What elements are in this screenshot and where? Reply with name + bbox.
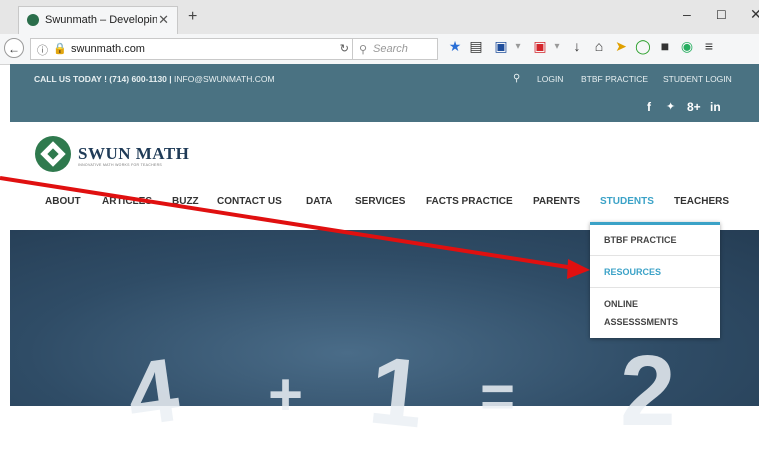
chalk-plus: + [268, 361, 304, 428]
info-icon[interactable]: ⓘ [37, 42, 48, 58]
browser-tab[interactable]: Swunmath – Developing ma ✕ [18, 6, 178, 34]
dropdown-chevron-icon[interactable]: ▾ [509, 41, 527, 52]
tab-close-icon[interactable]: ✕ [158, 12, 169, 28]
menu-teachers[interactable]: TEACHERS [674, 196, 729, 207]
new-tab-button[interactable]: + [188, 8, 197, 26]
bookmark-star-icon[interactable]: ★ [446, 38, 464, 55]
menu-services[interactable]: SERVICES [355, 196, 405, 207]
tab-title: Swunmath – Developing ma [45, 14, 157, 26]
url-text: swunmath.com [71, 43, 145, 55]
menu-contact-us[interactable]: CONTACT US [217, 196, 282, 207]
logo-tagline: INNOVATIVE MATH WORKS FOR TEACHERS [78, 163, 163, 167]
dropdown-item-btbf-practice[interactable]: BTBF PRACTICE [590, 235, 720, 245]
email-link[interactable]: INFO@SWUNMATH.COM [174, 74, 275, 84]
dropdown-item-resources[interactable]: RESOURCES [590, 267, 720, 277]
addon-red-icon[interactable]: ▣ [531, 38, 549, 55]
close-window-button[interactable]: ✕ [750, 6, 759, 23]
dropdown-chevron-icon-2[interactable]: ▾ [548, 41, 566, 52]
call-us-text: CALL US TODAY ! (714) 600-1130 | [34, 74, 172, 84]
address-bar[interactable]: ⓘ 🔒 swunmath.com ↻ [30, 38, 356, 60]
pointer-addon-icon[interactable]: ➤ [612, 38, 630, 55]
green-ring-addon-icon[interactable]: ◯ [634, 38, 652, 55]
site-header: SWUN MATH INNOVATIVE MATH WORKS FOR TEAC… [10, 122, 759, 230]
chalk-digit-1: 1 [364, 336, 429, 449]
browser-tab-strip: Swunmath – Developing ma ✕ + – ☐ ✕ [0, 0, 759, 34]
logo-text[interactable]: SWUN MATH [78, 144, 189, 164]
login-link[interactable]: LOGIN [537, 74, 563, 84]
dropdown-divider-2 [590, 287, 720, 288]
insecure-lock-icon: 🔒 [53, 43, 67, 55]
search-box[interactable]: ⚲ Search [352, 38, 438, 60]
back-arrow-icon[interactable]: ← [4, 38, 24, 58]
chalk-digit-2: 2 [620, 335, 676, 447]
student-login-link[interactable]: STUDENT LOGIN [663, 74, 732, 84]
search-placeholder: Search [373, 43, 408, 55]
chalk-equals: = [480, 363, 516, 430]
save-icon[interactable]: ▣ [492, 38, 510, 55]
grammar-addon-icon[interactable]: ◉ [678, 38, 696, 55]
linkedin-icon[interactable]: in [710, 100, 721, 114]
download-icon[interactable]: ↓ [568, 38, 586, 54]
dropdown-divider [590, 255, 720, 256]
swun-logo-icon[interactable] [35, 136, 71, 172]
home-icon[interactable]: ⌂ [590, 38, 608, 54]
twitter-icon[interactable]: ✦ [666, 100, 675, 113]
menu-buzz[interactable]: BUZZ [172, 196, 199, 207]
site-top-bar: CALL US TODAY ! (714) 600-1130 | INFO@SW… [10, 64, 759, 122]
menu-students[interactable]: STUDENTS [600, 196, 654, 207]
students-dropdown-menu: BTBF PRACTICE RESOURCES ONLINE ASSESSSME… [590, 222, 720, 338]
site-favicon-icon [27, 14, 39, 26]
menu-articles[interactable]: ARTICLES [102, 196, 152, 207]
reload-icon[interactable]: ↻ [340, 42, 349, 55]
contact-info: CALL US TODAY ! (714) 600-1130 | INFO@SW… [34, 74, 275, 84]
topbar-search-icon[interactable]: ⚲ [513, 73, 520, 84]
menu-about[interactable]: ABOUT [45, 196, 81, 207]
dropdown-item-assessments[interactable]: ASSESSSMENTS [590, 317, 720, 327]
btbf-practice-link[interactable]: BTBF PRACTICE [581, 74, 648, 84]
facebook-icon[interactable]: f [647, 100, 651, 114]
dropdown-item-online[interactable]: ONLINE [590, 299, 720, 309]
menu-data[interactable]: DATA [306, 196, 332, 207]
menu-hamburger-icon[interactable]: ≡ [700, 38, 718, 54]
chalk-digit-4: 4 [121, 340, 185, 447]
menu-parents[interactable]: PARENTS [533, 196, 580, 207]
menu-facts-practice[interactable]: FACTS PRACTICE [426, 196, 513, 207]
search-icon: ⚲ [359, 44, 368, 56]
google-plus-icon[interactable]: 8+ [687, 100, 701, 114]
maximize-button[interactable]: ☐ [716, 8, 727, 22]
reading-list-icon[interactable]: ▤ [467, 38, 485, 55]
dark-addon-icon[interactable]: ■ [656, 38, 674, 54]
minimize-button[interactable]: – [683, 6, 691, 22]
